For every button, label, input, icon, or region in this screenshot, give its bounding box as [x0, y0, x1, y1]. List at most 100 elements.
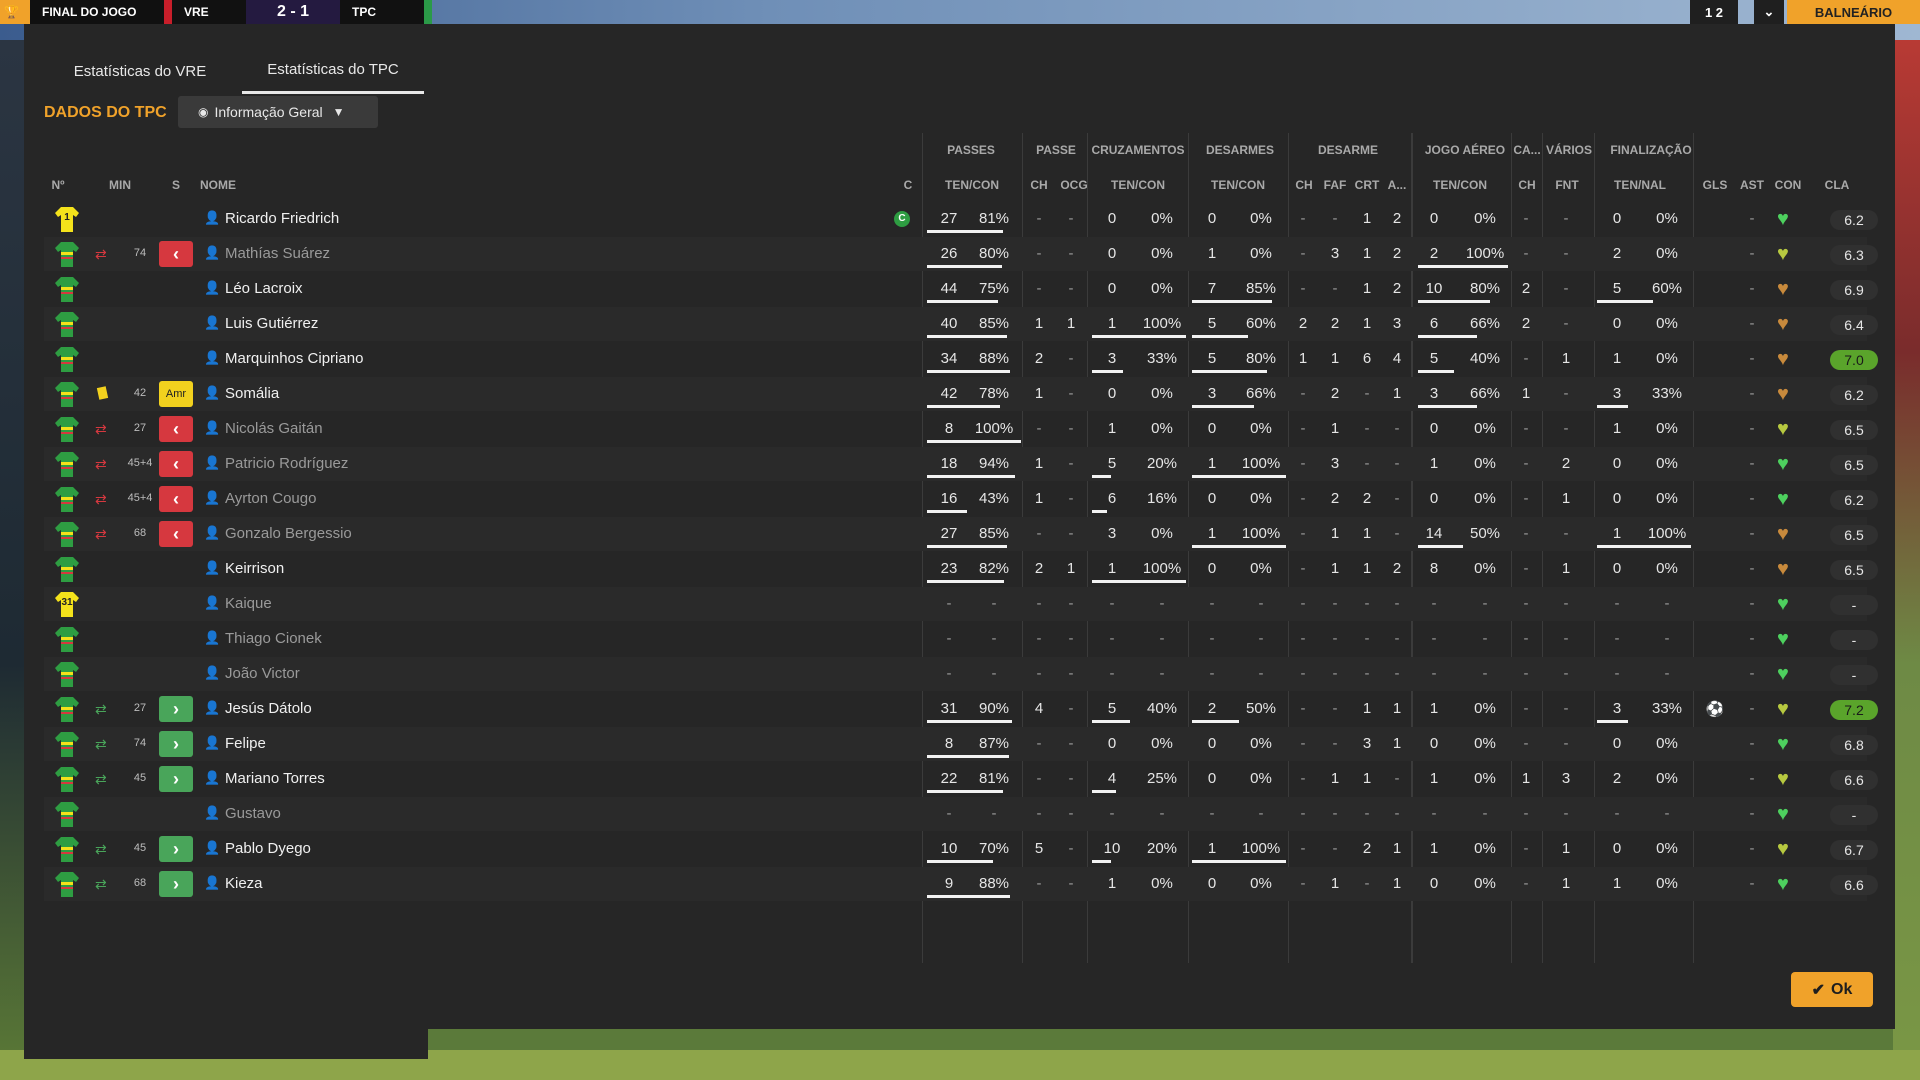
player-row[interactable]: ⇄ 27 › 👤 Jesús Dátolo 31 90% 4 - 5 40% 2 50% - - 1 1 1 0% -…	[44, 692, 1878, 726]
condition-heart-icon: ♥	[1777, 803, 1789, 825]
player-name[interactable]: Keirrison	[225, 560, 284, 577]
clearances: 2	[1392, 210, 1402, 227]
ok-button[interactable]: ✔ Ok	[1791, 972, 1873, 1007]
passes-attempted: 26	[940, 245, 958, 262]
view-select[interactable]: ◉ Informação Geral ▼	[178, 96, 378, 128]
column-header-min[interactable]: MIN	[100, 178, 140, 192]
player-row[interactable]: ⇄ 74 › 👤 Felipe 8 87% - - 0 0% 0 0% - - 3 1 0 0% - - 0 0% - ♥ 6.8	[44, 727, 1878, 761]
player-name[interactable]: Somália	[225, 385, 279, 402]
column-header-passe-ocg[interactable]: OCG	[1060, 178, 1088, 192]
crosses-completed-pct: 25%	[1146, 770, 1178, 787]
sub-out-badge[interactable]: ‹	[159, 521, 193, 547]
sub-in-badge[interactable]: ›	[159, 696, 193, 722]
progress-bar	[927, 580, 1004, 583]
column-header-cruz[interactable]: TEN/CON	[1098, 178, 1178, 192]
column-header-con[interactable]: CON	[1773, 178, 1803, 192]
crosses-completed-pct: 0%	[1151, 210, 1173, 227]
player-name[interactable]: Kaique	[225, 595, 272, 612]
fouls-against: 1	[1561, 350, 1571, 367]
column-header-des-faf[interactable]: FAF	[1322, 178, 1348, 192]
sub-out-badge[interactable]: ‹	[159, 416, 193, 442]
player-rating: 6.2	[1830, 210, 1878, 230]
column-header-passe-ch[interactable]: CH	[1028, 178, 1050, 192]
player-name[interactable]: Kieza	[225, 875, 263, 892]
player-row[interactable]: ⇄ 68 ‹ 👤 Gonzalo Bergessio 27 85% - - 3 0% 1 100% - 1 1…	[44, 517, 1878, 551]
column-header-aereo[interactable]: TEN/CON	[1420, 178, 1500, 192]
crosses-completed-pct: 16%	[1146, 490, 1178, 507]
player-name[interactable]: Ricardo Friedrich	[225, 210, 339, 227]
passes-attempted: 10	[940, 840, 958, 857]
minutes: 45	[133, 842, 147, 854]
player-name[interactable]: Mariano Torres	[225, 770, 325, 787]
group-header: CRUZAMENTOS	[1091, 143, 1185, 157]
column-header-des-crt[interactable]: CRT	[1354, 178, 1380, 192]
player-name[interactable]: João Victor	[225, 665, 300, 682]
player-row[interactable]: 👤 Keirrison 23 82% 2 1 1 100% 0 0% -1 1 2 8 0% -1 0 0% - ♥ 6…	[44, 552, 1878, 586]
shots-on-target-pct: 0%	[1656, 210, 1678, 227]
player-row[interactable]: 👤 João Victor - - - - - - - - - - - - - - - - - - - ♥ -	[44, 657, 1878, 691]
player-rating: 6.6	[1830, 875, 1878, 895]
player-row[interactable]: ⇄ 45+4 ‹ 👤 Ayrton Cougo 16 43% 1 - 6 16% 0 0% - 2 2 - 0 0%…	[44, 482, 1878, 516]
tackles-attempted: 2	[1207, 700, 1217, 717]
column-header-s[interactable]: S	[170, 178, 182, 192]
player-name[interactable]: Gonzalo Bergessio	[225, 525, 352, 542]
sub-in-badge[interactable]: ›	[159, 766, 193, 792]
player-name[interactable]: Léo Lacroix	[225, 280, 303, 297]
player-name[interactable]: Marquinhos Cipriano	[225, 350, 363, 367]
player-name[interactable]: Ayrton Cougo	[225, 490, 316, 507]
yellow-card-icon	[96, 386, 109, 400]
sub-out-badge[interactable]: ‹	[159, 486, 193, 512]
player-name[interactable]: Patricio Rodríguez	[225, 455, 348, 472]
player-row[interactable]: 👤 Marquinhos Cipriano 34 88% 2 - 3 33% 5 80% 1 1 6 4 5…	[44, 342, 1878, 376]
player-name[interactable]: Pablo Dyego	[225, 840, 311, 857]
fouls: 2	[1330, 385, 1340, 402]
player-name[interactable]: Thiago Cionek	[225, 630, 322, 647]
player-name[interactable]: Jesús Dátolo	[225, 700, 312, 717]
player-row[interactable]: ⇄ 45 › 👤 Pablo Dyego 10 70% 5-10 20% 1 100% - -2 1 1 0%…	[44, 832, 1878, 866]
collapse-icon[interactable]: ⌄	[1754, 0, 1784, 24]
minutes: 45	[133, 772, 147, 784]
progress-bar	[1092, 790, 1116, 793]
player-row[interactable]: ⇄ 74 ‹ 👤 Mathías Suárez 26 80% - - 0 0% 1 0% - 3 1 2 2 100…	[44, 237, 1878, 271]
tab-vre-stats[interactable]: Estatísticas do VRE	[58, 48, 222, 94]
column-header-num[interactable]: Nº	[44, 178, 72, 192]
column-header-desarmes[interactable]: TEN/CON	[1198, 178, 1278, 192]
headers-attempted: 0	[1429, 490, 1439, 507]
sub-in-badge[interactable]: ›	[159, 836, 193, 862]
player-row[interactable]: 👤 Thiago Cionek - - - - - - - - - - - - - - - - - - - ♥ -	[44, 622, 1878, 656]
sub-in-badge[interactable]: ›	[159, 731, 193, 757]
tackles-attempted: 0	[1207, 560, 1217, 577]
player-name[interactable]: Luis Gutiérrez	[225, 315, 318, 332]
sub-in-badge[interactable]: ›	[159, 871, 193, 897]
column-header-name[interactable]: NOME	[200, 178, 260, 192]
player-row[interactable]: 42 Amr 👤 Somália 42 78% 1 - 0 0% 3 66% - 2 - 1 3 66% 1 - 3 33…	[44, 377, 1878, 411]
player-row[interactable]: ⇄ 45 › 👤 Mariano Torres 22 81% - - 4 25% 0 0% - 1 1 - 1 0%…	[44, 762, 1878, 796]
player-row[interactable]: ⇄ 27 ‹ 👤 Nicolás Gaitán 8 100% - - 1 0% 0 0% - 1 - - 0 0% -…	[44, 412, 1878, 446]
column-header-ca-ch[interactable]: CH	[1516, 178, 1538, 192]
player-name[interactable]: Gustavo	[225, 805, 281, 822]
column-header-gls[interactable]: GLS	[1700, 178, 1730, 192]
player-name[interactable]: Felipe	[225, 735, 266, 752]
dressing-room-button[interactable]: BALNEÁRIO	[1787, 0, 1920, 24]
column-header-varios-fnt[interactable]: FNT	[1552, 178, 1582, 192]
sub-out-badge[interactable]: ‹	[159, 241, 193, 267]
column-header-c[interactable]: C	[902, 178, 914, 192]
player-row[interactable]: 👤 Léo Lacroix 44 75% - - 0 0% 7 85% - - 1 2 10 80% 2 - 5 60…	[44, 272, 1878, 306]
player-row[interactable]: 1 👤 Ricardo Friedrich C 27 81% - - 0 0% 0 0% - - 1 2 0 0%…	[44, 202, 1878, 236]
column-header-des-ch[interactable]: CH	[1293, 178, 1315, 192]
ca-chances: 1	[1521, 770, 1531, 787]
player-row[interactable]: ⇄ 68 › 👤 Kieza 9 88% - - 1 0% 0 0% - 1 - 1 0 0% - 1 1 0% - ♥ 6.6	[44, 867, 1878, 901]
player-row[interactable]: 👤 Gustavo - - - - - - - - - - - - - - - - - - - ♥ -	[44, 797, 1878, 831]
column-header-des-a[interactable]: A...	[1383, 178, 1411, 192]
sub-out-badge[interactable]: ‹	[159, 451, 193, 477]
player-row[interactable]: ⇄ 45+4 ‹ 👤 Patricio Rodríguez 18 94% 1-5 20% 1 100…	[44, 447, 1878, 481]
player-row[interactable]: 👤 Luis Gutiérrez 40 85% 1 1 1 100% 5 60% 2 2 1 3 6 66% 2…	[44, 307, 1878, 341]
player-name[interactable]: Mathías Suárez	[225, 245, 330, 262]
tab-tpc-stats[interactable]: Estatísticas do TPC	[242, 48, 424, 94]
player-name[interactable]: Nicolás Gaitán	[225, 420, 323, 437]
column-header-cla[interactable]: CLA	[1822, 178, 1852, 192]
player-row[interactable]: 31 👤 Kaique - - - - - - - - - - - - - - - - - - - ♥ -	[44, 587, 1878, 621]
column-header-passes[interactable]: TEN/CON	[928, 178, 1016, 192]
column-header-final[interactable]: TEN/NAL	[1605, 178, 1675, 192]
column-header-ast[interactable]: AST	[1738, 178, 1766, 192]
